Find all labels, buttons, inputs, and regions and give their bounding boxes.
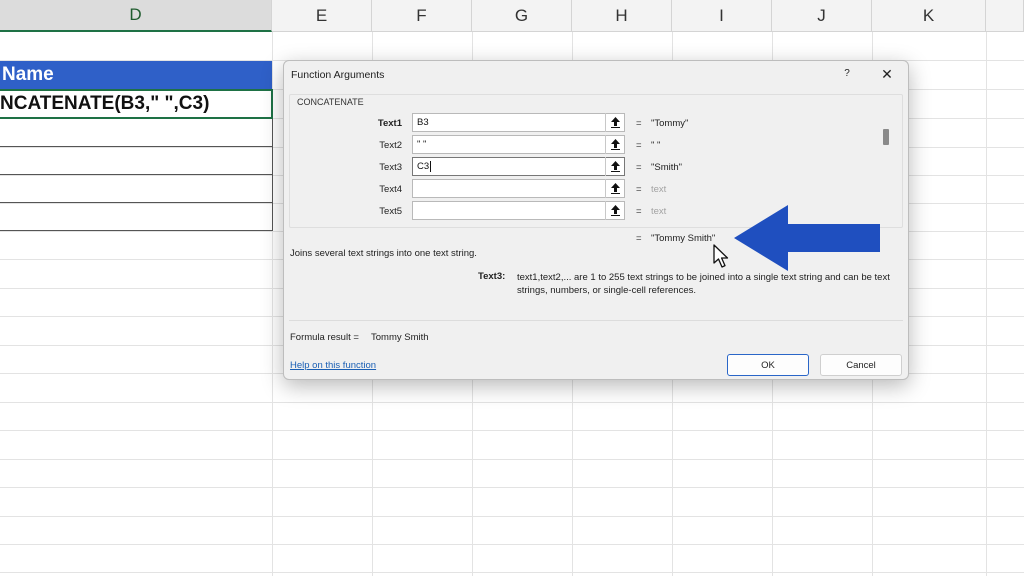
column-header-i[interactable]: I — [672, 0, 772, 32]
column-header-h[interactable]: H — [572, 0, 672, 32]
argument-label-text3: Text3 — [379, 162, 402, 173]
cancel-button[interactable]: Cancel — [820, 354, 902, 376]
function-name: CONCATENATE — [296, 97, 365, 107]
parameter-description: text1,text2,... are 1 to 255 text string… — [517, 272, 890, 296]
column-header-next[interactable] — [986, 0, 1024, 32]
argument-input-text4[interactable] — [412, 179, 625, 198]
argument-label-text2: Text2 — [379, 140, 402, 151]
collapse-dialog-arrow-icon[interactable] — [605, 113, 624, 132]
argument-label-text4: Text4 — [379, 184, 402, 195]
equals-sign: = — [636, 206, 642, 217]
column-header-j[interactable]: J — [772, 0, 872, 32]
formula-result-value: Tommy Smith — [371, 332, 429, 343]
close-button[interactable]: ✕ — [878, 65, 896, 83]
collapse-dialog-arrow-icon[interactable] — [605, 157, 624, 176]
function-result: "Tommy Smith" — [651, 233, 716, 244]
argument-result-text5: text — [651, 206, 667, 217]
row-line — [0, 487, 1024, 488]
equals-sign: = — [636, 162, 642, 173]
argument-value: " " — [417, 139, 427, 150]
column-header-d[interactable]: D — [0, 0, 272, 32]
table-cell[interactable] — [0, 203, 273, 231]
argument-label-text5: Text5 — [379, 206, 402, 217]
formula-result-label: Formula result = — [290, 332, 359, 343]
divider — [289, 320, 903, 321]
dialog-title: Function Arguments — [291, 69, 385, 81]
row-line — [0, 572, 1024, 573]
argument-label-text1: Text1 — [377, 118, 402, 129]
equals-sign: = — [636, 118, 642, 129]
table-cell[interactable] — [0, 147, 273, 175]
equals-sign: = — [636, 233, 642, 244]
row-line — [0, 402, 1024, 403]
text-caret — [430, 160, 432, 172]
help-on-function-link[interactable]: Help on this function — [290, 360, 376, 371]
argument-input-text3[interactable]: C3 — [412, 157, 625, 176]
column-line — [986, 32, 987, 576]
collapse-dialog-arrow-icon[interactable] — [605, 135, 624, 154]
argument-result-text1: "Tommy" — [651, 118, 689, 129]
argument-value: C3 — [417, 161, 430, 172]
function-description: Joins several text strings into one text… — [290, 248, 477, 259]
argument-input-text5[interactable] — [412, 201, 625, 220]
column-header-k[interactable]: K — [872, 0, 986, 32]
table-cell[interactable] — [0, 175, 273, 203]
mouse-pointer-icon — [713, 244, 729, 268]
argument-input-text2[interactable]: " " — [412, 135, 625, 154]
collapse-dialog-arrow-icon[interactable] — [605, 201, 624, 220]
parameter-name: Text3: — [478, 271, 506, 282]
arguments-scrollbar[interactable] — [881, 104, 891, 224]
help-button[interactable]: ? — [840, 66, 854, 82]
argument-result-text3: "Smith" — [651, 162, 683, 173]
argument-result-text4: text — [651, 184, 667, 195]
active-formula-cell[interactable]: NCATENATE(B3," ",C3) — [0, 89, 273, 119]
table-cell[interactable] — [0, 119, 273, 147]
collapse-dialog-arrow-icon[interactable] — [605, 179, 624, 198]
argument-result-text2: " " — [651, 140, 661, 151]
row-line — [0, 430, 1024, 431]
row-line — [0, 544, 1024, 545]
equals-sign: = — [636, 140, 642, 151]
scrollbar-thumb[interactable] — [883, 129, 889, 145]
column-header-e[interactable]: E — [272, 0, 372, 32]
argument-input-text1[interactable]: B3 — [412, 113, 625, 132]
row-line — [0, 459, 1024, 460]
ok-button[interactable]: OK — [727, 354, 809, 376]
equals-sign: = — [636, 184, 642, 195]
row-line — [0, 516, 1024, 517]
left-arrow-icon — [734, 205, 880, 271]
column-header-f[interactable]: F — [372, 0, 472, 32]
name-header-cell[interactable]: Name — [0, 61, 272, 89]
column-header-g[interactable]: G — [472, 0, 572, 32]
argument-value: B3 — [417, 117, 429, 128]
